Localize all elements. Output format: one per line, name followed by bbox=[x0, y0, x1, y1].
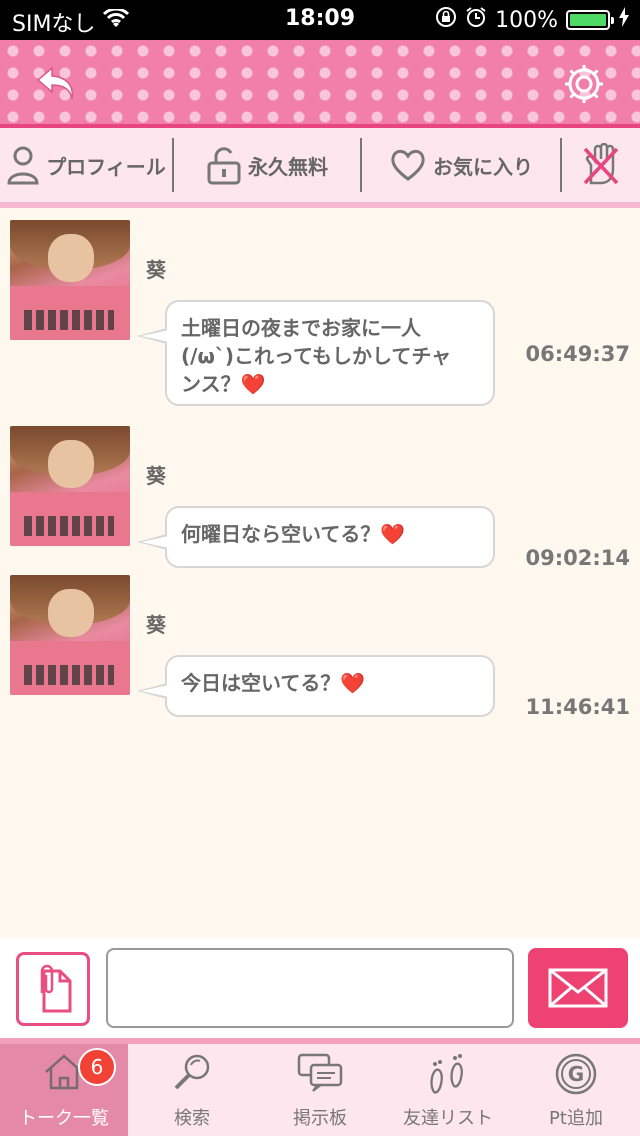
avatar[interactable] bbox=[10, 575, 130, 695]
message-row: 葵 何曜日なら空いてる？❤️ 09:02:14 bbox=[0, 414, 640, 570]
attach-button[interactable] bbox=[16, 952, 90, 1026]
footprints-icon bbox=[430, 1054, 463, 1094]
tab-add-points[interactable]: G Pt追加 bbox=[512, 1044, 640, 1136]
tab-label: Pt追加 bbox=[549, 1108, 603, 1129]
message-row: 葵 今日は空いてる？❤️ 11:46:41 bbox=[0, 563, 640, 719]
nav-free-forever-label: 永久無料 bbox=[248, 154, 328, 179]
paperclip-document-icon bbox=[40, 964, 72, 1013]
alarm-icon bbox=[465, 6, 487, 34]
heart-emoji: ❤️ bbox=[340, 671, 366, 695]
nav-favorites-label: お気に入り bbox=[433, 154, 533, 179]
person-icon bbox=[7, 146, 39, 185]
heart-icon bbox=[391, 149, 425, 181]
back-button[interactable] bbox=[34, 64, 84, 104]
chat-board-icon bbox=[297, 1053, 343, 1092]
tab-label: トーク一覧 bbox=[19, 1108, 109, 1129]
message-text-line: 今日は空いてる？ bbox=[181, 671, 341, 695]
message-bubble: 何曜日なら空いてる？❤️ bbox=[137, 506, 495, 568]
profile-nav: プロフィール 永久無料 お気に入り bbox=[0, 128, 640, 208]
battery-percent: 100% bbox=[495, 7, 558, 33]
avatar[interactable] bbox=[10, 220, 130, 340]
envelope-icon bbox=[548, 968, 608, 1008]
tab-label: 友達リスト bbox=[403, 1108, 493, 1129]
magnifier-icon bbox=[174, 1054, 210, 1090]
message-bubble: 今日は空いてる？❤️ bbox=[137, 655, 495, 717]
charging-icon bbox=[618, 7, 630, 33]
message-time: 11:46:41 bbox=[525, 695, 630, 719]
nav-free-forever[interactable]: 永久無料 bbox=[174, 137, 360, 193]
g-coin-icon: G bbox=[555, 1053, 597, 1095]
battery-icon bbox=[566, 10, 614, 30]
chat-area[interactable]: 葵 土曜日の夜までお家に一人 (/ω`)これってもしかしてチャ ンス？❤️ 06… bbox=[0, 208, 640, 938]
gear-icon bbox=[565, 65, 603, 103]
tab-label: 掲示板 bbox=[293, 1108, 347, 1129]
message-text-line: (/ω`)これってもしかしてチャ bbox=[181, 344, 452, 368]
heart-emoji: ❤️ bbox=[380, 522, 406, 546]
block-hand-icon bbox=[583, 143, 619, 185]
send-button[interactable] bbox=[528, 948, 628, 1028]
svg-text:G: G bbox=[568, 1062, 584, 1086]
message-text-line: 何曜日なら空いてる？ bbox=[181, 522, 381, 546]
app-header bbox=[0, 40, 640, 128]
tab-search[interactable]: 検索 bbox=[128, 1044, 256, 1136]
avatar[interactable] bbox=[10, 426, 130, 546]
nav-profile-label: プロフィール bbox=[46, 154, 166, 179]
heart-emoji: ❤️ bbox=[240, 372, 266, 396]
message-time: 06:49:37 bbox=[525, 342, 630, 366]
status-right: 100% bbox=[435, 6, 630, 34]
undo-arrow-icon bbox=[36, 66, 74, 100]
tab-friends[interactable]: 友達リスト bbox=[384, 1044, 512, 1136]
tab-label: 検索 bbox=[174, 1108, 210, 1129]
orientation-lock-icon bbox=[435, 6, 457, 34]
sender-name: 葵 bbox=[146, 464, 166, 488]
message-row: 葵 土曜日の夜までお家に一人 (/ω`)これってもしかしてチャ ンス？❤️ 06… bbox=[0, 208, 640, 418]
status-bar: SIMなし 18:09 100% bbox=[0, 0, 640, 40]
message-input[interactable] bbox=[106, 948, 514, 1028]
nav-profile[interactable]: プロフィール bbox=[0, 137, 172, 193]
nav-favorites[interactable]: お気に入り bbox=[362, 137, 560, 193]
tab-bar: 6 トーク一覧 検索 掲示板 友達リスト G Pt追加 bbox=[0, 1038, 640, 1136]
tab-board[interactable]: 掲示板 bbox=[256, 1044, 384, 1136]
message-composer bbox=[0, 938, 640, 1038]
sender-name: 葵 bbox=[146, 613, 166, 637]
settings-button[interactable] bbox=[562, 62, 606, 106]
message-text-line: ンス？ bbox=[181, 372, 241, 396]
message-text-line: 土曜日の夜までお家に一人 bbox=[181, 316, 421, 340]
tab-talk-list[interactable]: 6 トーク一覧 bbox=[0, 1044, 128, 1136]
nav-block[interactable] bbox=[562, 137, 640, 193]
sender-name: 葵 bbox=[146, 258, 166, 282]
message-bubble: 土曜日の夜までお家に一人 (/ω`)これってもしかしてチャ ンス？❤️ bbox=[137, 300, 495, 406]
unread-badge: 6 bbox=[78, 1048, 116, 1086]
unlock-icon bbox=[207, 147, 241, 185]
